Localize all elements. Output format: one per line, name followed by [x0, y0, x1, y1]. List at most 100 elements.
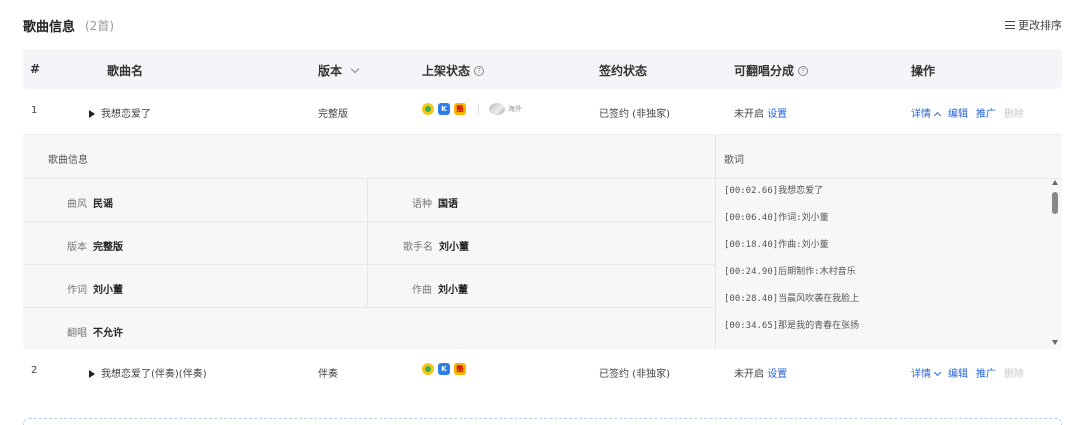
- lyric-line: [00:06.40]作词:刘小董: [724, 213, 829, 223]
- version-field: 版本 完整版: [67, 238, 123, 253]
- col-sign-status: 签约状态: [599, 64, 648, 78]
- scroll-thumb[interactable]: [1052, 192, 1058, 214]
- divider: [478, 103, 479, 115]
- lyric-line: [00:24.90]后期制作:木村音乐: [724, 267, 856, 277]
- song-name-text: 我想恋爱了(伴奏)(伴奏): [101, 369, 207, 380]
- detail-info-heading: 歌曲信息: [48, 155, 88, 166]
- detail-toggle-button[interactable]: 详情: [911, 105, 942, 120]
- table-header: # 歌曲名 版本 上架状态 ? 签约状态 可翻唱分成 ? 操作: [23, 49, 1062, 89]
- col-cover-label: 可翻唱分成: [734, 64, 795, 78]
- row-actions: 详情 编辑 推广 删除: [911, 365, 1024, 380]
- col-version[interactable]: 版本: [318, 62, 360, 79]
- cover-setting-link[interactable]: 设置: [767, 369, 787, 380]
- help-icon[interactable]: ?: [798, 65, 809, 76]
- field-key: 歌手名: [403, 242, 433, 253]
- cover-status: 未开启 设置: [734, 365, 787, 380]
- field-key: 翻唱: [67, 328, 87, 339]
- field-value: 民谣: [93, 199, 113, 210]
- kugou-icon: K: [438, 103, 450, 115]
- field-value: 完整版: [93, 242, 123, 253]
- field-value: 国语: [438, 199, 458, 210]
- promote-button[interactable]: 推广: [976, 365, 996, 380]
- edit-button[interactable]: 编辑: [948, 105, 968, 120]
- qq-music-icon: [422, 363, 434, 375]
- info-row: 版本 完整版 歌手名 刘小董: [23, 221, 715, 264]
- lyrics-box[interactable]: [00:02.66]我想恋爱了 [00:06.40]作词:刘小董 [00:18.…: [724, 178, 1044, 350]
- col-cover-share: 可翻唱分成 ?: [734, 62, 809, 79]
- play-icon[interactable]: [89, 370, 95, 378]
- cover-setting-link[interactable]: 设置: [767, 109, 787, 120]
- chevron-down-icon: [933, 368, 942, 377]
- add-song-dropzone[interactable]: [23, 418, 1062, 425]
- song-name[interactable]: 我想恋爱了(伴奏)(伴奏): [89, 365, 207, 380]
- song-info-grid: 曲风 民谣 语种 国语 版本 完整版 歌手名 刘小董 作词 刘小董 作曲 刘小董 翻唱 不允许: [23, 178, 715, 350]
- song-name[interactable]: 我想恋爱了: [89, 105, 151, 120]
- qq-music-icon: [422, 103, 434, 115]
- lyrics-scrollbar[interactable]: [1050, 180, 1060, 345]
- cover-status-text: 未开启: [734, 369, 764, 380]
- field-value: 不允许: [93, 328, 123, 339]
- play-icon[interactable]: [89, 110, 95, 118]
- col-listing-status: 上架状态 ?: [422, 62, 485, 79]
- field-value: 刘小董: [438, 285, 468, 296]
- song-detail-panel: 歌曲信息 歌词 曲风 民谣 语种 国语 版本 完整版 歌手名 刘小董 作词 刘小董 作曲刘…: [23, 134, 1062, 349]
- field-key: 版本: [67, 242, 87, 253]
- section-header: 歌曲信息 (2首) 更改排序: [23, 15, 1062, 35]
- promote-button[interactable]: 推广: [976, 105, 996, 120]
- col-index: #: [30, 62, 41, 76]
- scroll-down-icon[interactable]: [1052, 340, 1058, 345]
- kugou-icon: K: [438, 363, 450, 375]
- section-title: 歌曲信息: [23, 20, 76, 35]
- field-key: 作曲: [412, 285, 432, 296]
- delete-button[interactable]: 删除: [1004, 365, 1024, 380]
- row-index: 2: [31, 365, 38, 376]
- field-value: 刘小董: [93, 285, 123, 296]
- info-row: 作词 刘小董 作曲 刘小董: [23, 264, 715, 307]
- divider: [367, 179, 368, 221]
- divider: [367, 222, 368, 264]
- lyric-line: [00:02.66]我想恋爱了: [724, 186, 824, 196]
- divider: [715, 135, 716, 349]
- composer-field: 作曲 刘小董: [412, 281, 468, 296]
- lyric-line: [00:34.65]那是我的青春在张扬: [724, 321, 860, 331]
- chevron-up-icon: [933, 111, 942, 120]
- info-row: 翻唱 不允许: [23, 307, 715, 350]
- lyric-line: [00:18.40]作曲:刘小董: [724, 240, 829, 250]
- col-version-label: 版本: [318, 64, 343, 78]
- change-order-button[interactable]: 更改排序: [1005, 17, 1062, 33]
- song-version: 伴奏: [318, 369, 338, 380]
- help-icon[interactable]: ?: [474, 65, 485, 76]
- genre-field: 曲风 民谣: [67, 195, 113, 210]
- field-key: 曲风: [67, 199, 87, 210]
- col-actions: 操作: [911, 64, 936, 78]
- divider: [367, 265, 368, 307]
- lyrics-heading: 歌词: [724, 155, 744, 166]
- kuwo-icon: 酷: [454, 103, 466, 115]
- song-version: 完整版: [318, 109, 348, 120]
- song-name-text: 我想恋爱了: [101, 109, 151, 120]
- language-field: 语种 国语: [412, 195, 458, 210]
- table-row: 2 我想恋爱了(伴奏)(伴奏) 伴奏 K 酷 已签约 (非独家) 未开启 设置 …: [23, 349, 1062, 393]
- row-index: 1: [31, 105, 38, 116]
- detail-toggle-button[interactable]: 详情: [911, 365, 942, 380]
- list-icon: [1005, 21, 1015, 29]
- field-key: 语种: [412, 199, 432, 210]
- globe-icon: [489, 103, 505, 115]
- lyricist-field: 作词 刘小董: [67, 281, 123, 296]
- kuwo-icon: 酷: [454, 363, 466, 375]
- detail-label: 详情: [911, 109, 931, 120]
- platform-icons: K 酷 海外: [422, 103, 522, 115]
- lyric-line: [00:28.40]当晨风吹袭在我脸上: [724, 294, 860, 304]
- row-actions: 详情 编辑 推广 删除: [911, 105, 1024, 120]
- cover-status: 未开启 设置: [734, 105, 787, 120]
- scroll-up-icon[interactable]: [1052, 180, 1058, 185]
- cover-permission-field: 翻唱 不允许: [67, 324, 123, 339]
- singer-field: 歌手名 刘小董: [403, 238, 469, 253]
- sign-status: 已签约 (非独家): [599, 369, 670, 380]
- overseas-label: 海外: [508, 105, 522, 113]
- edit-button[interactable]: 编辑: [948, 365, 968, 380]
- delete-button[interactable]: 删除: [1004, 105, 1024, 120]
- sign-status: 已签约 (非独家): [599, 109, 670, 120]
- info-row: 曲风 民谣 语种 国语: [23, 178, 715, 221]
- platform-icons: K 酷: [422, 363, 466, 375]
